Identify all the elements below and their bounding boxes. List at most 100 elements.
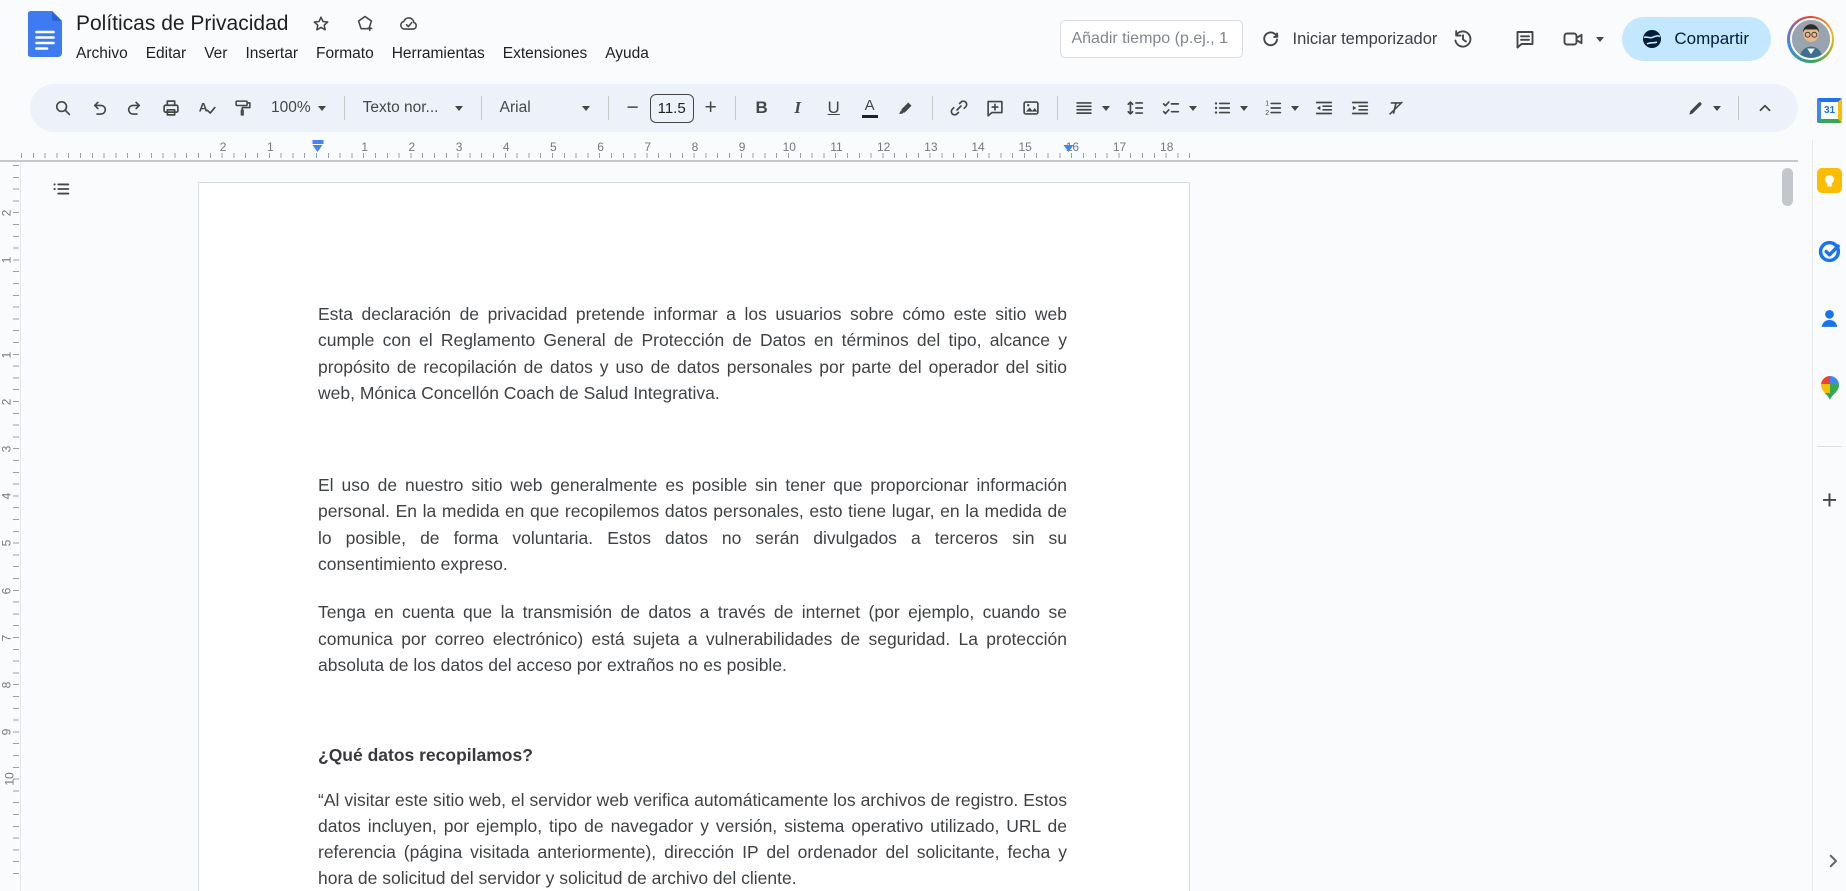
menu-item-herramientas[interactable]: Herramientas bbox=[383, 42, 494, 66]
document-page[interactable]: Esta declaración de privacidad pretende … bbox=[198, 182, 1190, 891]
google-docs-logo-icon[interactable] bbox=[28, 11, 62, 57]
version-history-button[interactable] bbox=[1441, 17, 1485, 61]
text-color-button[interactable]: A bbox=[853, 91, 887, 125]
menu-item-extensiones[interactable]: Extensiones bbox=[494, 42, 596, 66]
decrease-indent-button[interactable] bbox=[1307, 91, 1341, 125]
insert-link-button[interactable] bbox=[942, 91, 976, 125]
zoom-select[interactable]: 100% bbox=[262, 91, 335, 125]
hide-menus-button[interactable] bbox=[1748, 91, 1782, 125]
highlight-color-button[interactable] bbox=[889, 91, 923, 125]
search-menus-button[interactable] bbox=[46, 91, 80, 125]
doc-paragraph[interactable]: Tenga en cuenta que la transmisión de da… bbox=[318, 599, 1067, 678]
italic-button[interactable]: I bbox=[781, 91, 815, 125]
spellcheck-icon: A bbox=[196, 97, 218, 119]
toolbar-divider bbox=[735, 96, 736, 120]
bold-button[interactable]: B bbox=[745, 91, 779, 125]
toolbar-divider bbox=[344, 96, 345, 120]
ruler-divider-line bbox=[0, 160, 1798, 162]
bulleted-list-button[interactable] bbox=[1205, 91, 1254, 125]
ruler-number: 13 bbox=[924, 140, 937, 154]
ruler-number: 3 bbox=[456, 140, 463, 154]
left-indent-marker[interactable] bbox=[312, 140, 323, 152]
tasks-app-button[interactable] bbox=[1816, 237, 1843, 264]
calendar-icon: 31 bbox=[1817, 98, 1842, 123]
chevron-down-icon bbox=[582, 106, 590, 111]
ruler-number: 17 bbox=[1113, 140, 1126, 154]
increase-font-size-button[interactable]: + bbox=[696, 96, 726, 120]
paint-format-button[interactable] bbox=[226, 91, 260, 125]
font-size-input[interactable]: 11.5 bbox=[650, 94, 694, 123]
document-title[interactable]: Políticas de Privacidad bbox=[76, 12, 288, 36]
toolbar-divider bbox=[1057, 96, 1058, 120]
chevron-down-icon bbox=[318, 106, 326, 111]
editing-mode-button[interactable] bbox=[1677, 91, 1729, 125]
font-family-value: Arial bbox=[500, 99, 531, 117]
svg-text:2: 2 bbox=[1265, 110, 1269, 117]
doc-heading[interactable]: ¿Qué datos recopilamos? bbox=[318, 742, 1067, 768]
menu-item-ayuda[interactable]: Ayuda bbox=[596, 42, 658, 66]
ruler-number: 2 bbox=[0, 210, 13, 217]
document-status-cloud-icon[interactable] bbox=[398, 13, 420, 35]
line-spacing-button[interactable] bbox=[1118, 91, 1152, 125]
share-label: Compartir bbox=[1674, 29, 1749, 49]
menu-item-ver[interactable]: Ver bbox=[195, 42, 236, 66]
menu-item-editar[interactable]: Editar bbox=[137, 42, 196, 66]
ruler-number: 2 bbox=[0, 399, 13, 406]
paragraph-style-select[interactable]: Texto nor... bbox=[354, 91, 472, 125]
spelling-check-button[interactable]: A bbox=[190, 91, 224, 125]
clear-formatting-button[interactable] bbox=[1379, 91, 1413, 125]
contacts-app-button[interactable] bbox=[1816, 305, 1843, 332]
print-button[interactable] bbox=[154, 91, 188, 125]
menu-item-insertar[interactable]: Insertar bbox=[236, 42, 307, 66]
undo-button[interactable] bbox=[82, 91, 116, 125]
numbered-list-button[interactable]: 1 2 bbox=[1256, 91, 1305, 125]
doc-paragraph[interactable]: El uso de nuestro sitio web generalmente… bbox=[318, 472, 1067, 577]
bulleted-list-icon bbox=[1211, 97, 1233, 119]
keep-icon bbox=[1817, 168, 1842, 193]
ruler-number: 5 bbox=[0, 540, 13, 547]
decrease-font-size-button[interactable]: − bbox=[618, 96, 648, 120]
underline-button[interactable]: U bbox=[817, 91, 851, 125]
star-icon[interactable] bbox=[310, 13, 332, 35]
ruler-number: 14 bbox=[971, 140, 984, 154]
right-indent-marker[interactable] bbox=[1064, 140, 1075, 152]
align-button[interactable] bbox=[1067, 91, 1116, 125]
checklist-icon bbox=[1160, 97, 1182, 119]
ruler-number: 12 bbox=[877, 140, 890, 154]
calendar-app-button[interactable]: 31 bbox=[1816, 97, 1843, 124]
drive-shortcut-icon[interactable] bbox=[354, 13, 376, 35]
start-timer-label: Iniciar temporizador bbox=[1292, 30, 1437, 49]
doc-paragraph[interactable]: Esta declaración de privacidad pretende … bbox=[318, 301, 1067, 406]
redo-button[interactable] bbox=[118, 91, 152, 125]
maps-app-button[interactable] bbox=[1816, 374, 1843, 401]
comments-button[interactable] bbox=[1503, 17, 1547, 61]
ruler-number: 1 bbox=[267, 140, 274, 154]
ruler-number: 18 bbox=[1160, 140, 1173, 154]
increase-indent-button[interactable] bbox=[1343, 91, 1377, 125]
ruler-number: 6 bbox=[597, 140, 604, 154]
ruler-number: 11 bbox=[830, 140, 842, 154]
add-comment-button[interactable] bbox=[978, 91, 1012, 125]
show-outline-button[interactable] bbox=[40, 168, 82, 210]
insert-image-button[interactable] bbox=[1014, 91, 1048, 125]
vertical-scrollbar-thumb[interactable] bbox=[1782, 168, 1793, 206]
ruler-number: 8 bbox=[692, 140, 699, 154]
menu-item-archivo[interactable]: Archivo bbox=[67, 42, 137, 66]
add-time-input[interactable] bbox=[1060, 20, 1243, 58]
font-family-select[interactable]: Arial bbox=[491, 91, 599, 125]
keep-app-button[interactable] bbox=[1816, 167, 1843, 194]
get-add-ons-button[interactable]: + bbox=[1816, 487, 1843, 514]
text-color-icon: A bbox=[862, 98, 878, 118]
checklist-button[interactable] bbox=[1154, 91, 1203, 125]
paragraph-style-value: Texto nor... bbox=[363, 99, 439, 117]
ruler-ticks bbox=[21, 153, 1194, 158]
menu-item-formato[interactable]: Formato bbox=[307, 42, 383, 66]
share-button[interactable]: Compartir bbox=[1622, 17, 1771, 61]
start-timer-button[interactable]: Iniciar temporizador bbox=[1259, 27, 1437, 51]
hide-side-panel-button[interactable] bbox=[1820, 848, 1846, 874]
ruler-number: 1 bbox=[361, 140, 368, 154]
meet-call-button[interactable] bbox=[1561, 27, 1604, 51]
doc-paragraph[interactable]: “Al visitar este sitio web, el servidor … bbox=[318, 787, 1067, 891]
toolbar-divider bbox=[1738, 96, 1739, 120]
ruler-number: 4 bbox=[503, 140, 510, 154]
